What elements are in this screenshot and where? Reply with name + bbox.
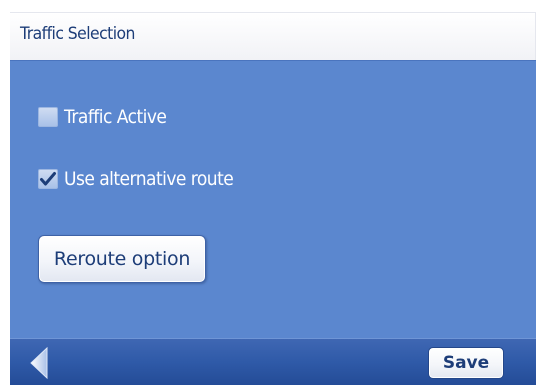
back-arrow-icon[interactable] (28, 346, 50, 380)
bottom-bar: Save (10, 338, 536, 385)
use-alternative-route-checkbox[interactable] (38, 169, 58, 189)
traffic-active-label: Traffic Active (64, 106, 167, 128)
traffic-active-checkbox[interactable] (38, 107, 58, 127)
use-alternative-route-label: Use alternative route (64, 168, 234, 190)
traffic-active-option[interactable]: Traffic Active (38, 103, 178, 131)
use-alternative-route-option[interactable]: Use alternative route (38, 165, 252, 193)
save-button[interactable]: Save (428, 347, 504, 379)
page-title: Traffic Selection (20, 24, 135, 44)
header-bar: Traffic Selection (10, 12, 536, 60)
save-button-label: Save (442, 353, 490, 373)
settings-panel: Traffic Active Use alternative route Rer… (10, 60, 536, 338)
reroute-option-button[interactable]: Reroute option (38, 235, 206, 283)
traffic-selection-screen: Traffic Selection Traffic Active Use alt… (0, 0, 541, 385)
reroute-option-label: Reroute option (53, 248, 191, 270)
checkmark-icon (40, 172, 56, 186)
